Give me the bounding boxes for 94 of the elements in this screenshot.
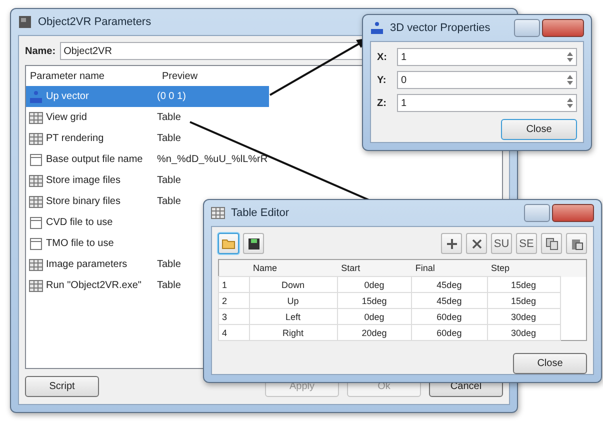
parameter-name: Store binary files	[46, 196, 120, 207]
copy-icon	[546, 238, 558, 250]
parameter-preview: (0 0 1)	[157, 91, 186, 102]
script-button[interactable]: Script	[25, 376, 99, 396]
table-cell: Right	[249, 324, 338, 340]
table-cell: Down	[249, 276, 338, 292]
table-cell: 45deg	[411, 276, 488, 292]
parameter-preview: Table	[157, 280, 181, 291]
spinner-icon[interactable]	[567, 75, 573, 85]
parameter-name: Up vector	[46, 91, 89, 102]
plus-icon	[446, 238, 458, 250]
window-title: Table Editor	[231, 207, 290, 219]
parameter-row[interactable]: Store image files Table	[26, 170, 269, 191]
parameter-name: Store image files	[46, 175, 120, 186]
parameter-row[interactable]: View grid Table	[26, 107, 269, 128]
file-icon	[29, 152, 43, 166]
folder-icon	[222, 238, 235, 249]
table-cell: 20deg	[337, 324, 412, 340]
file-icon	[29, 236, 43, 250]
column-header[interactable]: Parameter name	[26, 70, 158, 82]
table-icon	[29, 278, 43, 292]
copy-button[interactable]	[541, 233, 562, 254]
table-cell: 45deg	[411, 292, 488, 308]
table-icon	[29, 132, 43, 146]
table-icon	[29, 110, 43, 124]
field-label: Z:	[377, 98, 388, 108]
table-cell: 30deg	[487, 324, 560, 340]
parameter-name: TMO file to use	[46, 238, 114, 249]
row-number: 1	[218, 276, 249, 292]
number-field[interactable]: 1	[397, 94, 577, 112]
spinner-icon[interactable]	[567, 98, 573, 108]
column-header[interactable]: Step	[487, 260, 560, 276]
parameter-row[interactable]: PT rendering Table	[26, 128, 269, 149]
close-button[interactable]	[552, 204, 594, 222]
column-header[interactable]: Final	[411, 260, 488, 276]
delete-row-button[interactable]	[466, 233, 487, 254]
table-icon	[29, 174, 43, 188]
table-icon	[211, 206, 225, 220]
table-cell: Up	[249, 292, 338, 308]
parameter-name: Base output file name	[46, 154, 143, 165]
table-icon	[29, 194, 43, 208]
table-cell: 60deg	[411, 308, 488, 324]
name-label: Name:	[25, 46, 56, 56]
save-button[interactable]	[243, 233, 264, 254]
spinner-icon[interactable]	[567, 52, 573, 62]
parameter-preview: Table	[157, 133, 181, 144]
close-button[interactable]: Close	[501, 119, 577, 140]
table-cell: Left	[249, 308, 338, 324]
parameter-name: Run "Object2VR.exe"	[46, 280, 142, 291]
field-label: Y:	[377, 74, 388, 86]
table-cell: 30deg	[487, 308, 560, 324]
window-title: Object2VR Parameters	[38, 16, 152, 28]
parameter-preview: %n_%dD_%uU_%lL%rR	[157, 154, 268, 165]
row-number: 2	[218, 292, 249, 308]
column-header[interactable]: Preview	[158, 70, 198, 82]
file-icon	[29, 216, 43, 230]
number-field[interactable]: 0	[397, 71, 577, 89]
window-title: 3D vector Properties	[390, 22, 490, 34]
parameter-row[interactable]: Up vector (0 0 1)	[26, 86, 269, 107]
parameter-name: CVD file to use	[46, 217, 113, 228]
parameter-name: PT rendering	[46, 133, 104, 144]
parameter-name: View grid	[46, 112, 87, 123]
app-icon	[18, 15, 32, 29]
toolbar-button[interactable]: SU	[491, 233, 512, 254]
table-cell: 15deg	[487, 292, 560, 308]
parameter-row[interactable]: TMO file to use	[26, 233, 269, 254]
row-number: 4	[218, 324, 249, 340]
close-button[interactable]: Close	[513, 353, 587, 374]
parameter-preview: Table	[157, 196, 181, 207]
field-label: X:	[377, 52, 388, 62]
parameter-preview: Table	[157, 175, 181, 186]
paste-button[interactable]	[566, 233, 587, 254]
column-header[interactable]: Name	[249, 260, 338, 276]
table-cell: 15deg	[337, 292, 412, 308]
toolbar-button[interactable]: SE	[516, 233, 537, 254]
field-value: 0	[401, 74, 407, 86]
table-cell: 0deg	[337, 308, 412, 324]
table-icon	[29, 258, 43, 272]
table-cell: 0deg	[337, 276, 412, 292]
cross-icon	[472, 238, 482, 248]
add-row-button[interactable]	[441, 233, 462, 254]
number-field[interactable]: 1	[397, 48, 577, 66]
table-cell: 60deg	[411, 324, 488, 340]
parameter-name: Image parameters	[46, 259, 128, 270]
field-value: 1	[401, 98, 407, 108]
row-number: 3	[218, 308, 249, 324]
field-value: 1	[401, 52, 407, 62]
column-header[interactable]: Start	[337, 260, 412, 276]
table-cell: 15deg	[487, 276, 560, 292]
parameter-preview: Table	[157, 112, 181, 123]
parameter-row[interactable]: Base output file name %n_%dD_%uU_%lL%rR	[26, 149, 269, 170]
close-button[interactable]	[542, 19, 584, 37]
paste-icon	[570, 238, 582, 250]
parameter-preview: Table	[157, 259, 181, 270]
